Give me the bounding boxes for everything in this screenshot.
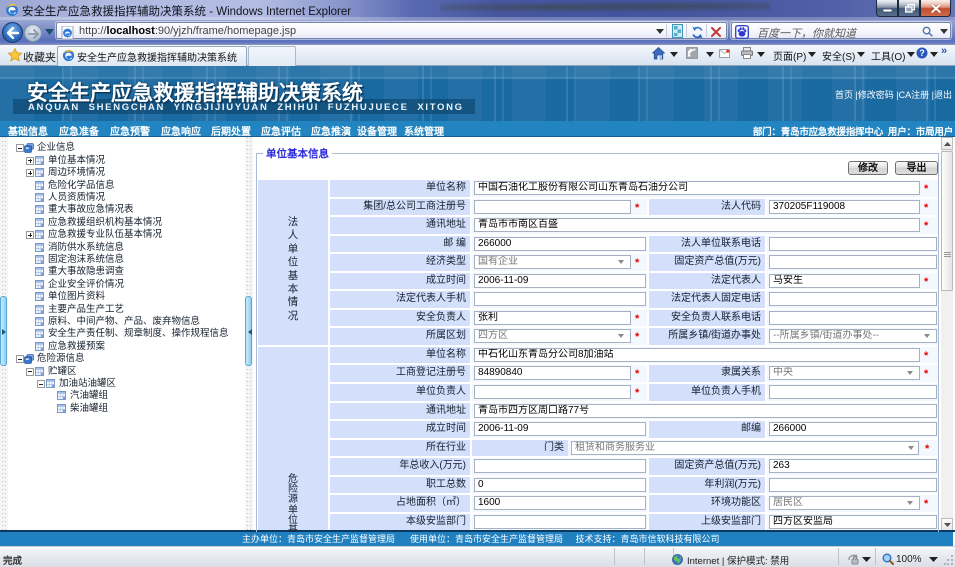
svg-text:?: ?	[919, 48, 925, 58]
